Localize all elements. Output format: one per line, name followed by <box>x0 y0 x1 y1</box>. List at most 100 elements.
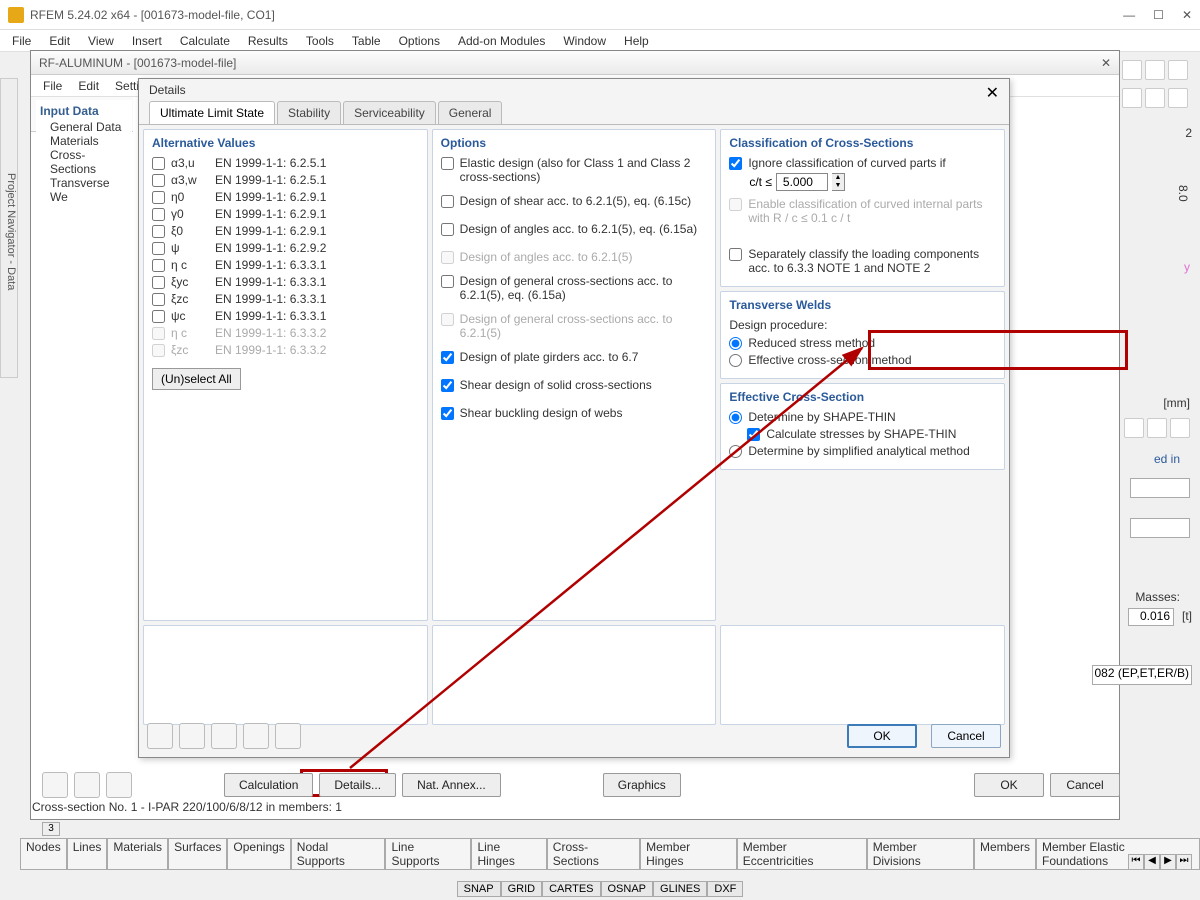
option-checkbox-8[interactable] <box>441 407 454 420</box>
status-dxf[interactable]: DXF <box>707 881 743 897</box>
unselect-all-button[interactable]: (Un)select All <box>152 368 241 390</box>
btab-lines[interactable]: Lines <box>67 838 108 870</box>
nav-prev-icon[interactable] <box>74 772 100 798</box>
toolbar-icon-r4[interactable] <box>1122 88 1142 108</box>
simplified-radio[interactable] <box>729 445 742 458</box>
dialog-ok-button[interactable]: OK <box>847 724 917 748</box>
toolbar-icon-r2[interactable] <box>1145 60 1165 80</box>
status-osnap[interactable]: OSNAP <box>601 881 654 897</box>
alt-checkbox-5[interactable] <box>152 242 165 255</box>
btab-nodal-supports[interactable]: Nodal Supports <box>291 838 386 870</box>
ct-spinner[interactable]: ▲▼ <box>832 173 845 191</box>
mass-value[interactable]: 0.016 <box>1128 608 1174 626</box>
view-icon-2[interactable] <box>1147 418 1167 438</box>
menu-view[interactable]: View <box>80 32 122 50</box>
option-checkbox-6[interactable] <box>441 351 454 364</box>
menu-results[interactable]: Results <box>240 32 296 50</box>
ct-input[interactable] <box>776 173 828 191</box>
view-icon-1[interactable] <box>1124 418 1144 438</box>
alt-checkbox-0[interactable] <box>152 157 165 170</box>
submenu-file[interactable]: File <box>35 77 70 95</box>
tab-scroll-next-icon[interactable]: ▶ <box>1160 854 1176 870</box>
units-icon[interactable] <box>179 723 205 749</box>
reset-icon[interactable] <box>211 723 237 749</box>
maximize-icon[interactable]: ☐ <box>1153 8 1164 22</box>
option-checkbox-4[interactable] <box>441 275 454 288</box>
btab-line-supports[interactable]: Line Supports <box>385 838 471 870</box>
minimize-icon[interactable]: — <box>1123 8 1135 22</box>
tab-scroll-last-icon[interactable]: ⏭ <box>1176 854 1192 870</box>
close-icon[interactable]: ✕ <box>1182 8 1192 22</box>
menu-calculate[interactable]: Calculate <box>172 32 238 50</box>
menu-window[interactable]: Window <box>555 32 614 50</box>
tree-item-materials[interactable]: Materials <box>40 134 128 148</box>
btab-line-hinges[interactable]: Line Hinges <box>471 838 546 870</box>
btab-openings[interactable]: Openings <box>227 838 290 870</box>
ignore-classification-checkbox[interactable] <box>729 157 742 170</box>
alt-checkbox-1[interactable] <box>152 174 165 187</box>
menu-addon[interactable]: Add-on Modules <box>450 32 553 50</box>
ed-in-field[interactable] <box>1130 478 1190 498</box>
toolbar-icon-r3[interactable] <box>1168 60 1188 80</box>
alt-checkbox-6[interactable] <box>152 259 165 272</box>
menu-options[interactable]: Options <box>391 32 448 50</box>
tree-item-general[interactable]: General Data <box>40 120 128 134</box>
status-grid[interactable]: GRID <box>501 881 543 897</box>
calc-stresses-checkbox[interactable] <box>747 428 760 441</box>
btab-materials[interactable]: Materials <box>107 838 168 870</box>
graphics-button[interactable]: Graphics <box>603 773 681 797</box>
status-glines[interactable]: GLINES <box>653 881 707 897</box>
project-navigator-tab[interactable]: Project Navigator - Data <box>0 78 18 378</box>
menu-file[interactable]: File <box>4 32 39 50</box>
toolbar-icon-r1[interactable] <box>1122 60 1142 80</box>
option-checkbox-7[interactable] <box>441 379 454 392</box>
status-cartes[interactable]: CARTES <box>542 881 600 897</box>
tab-uls[interactable]: Ultimate Limit State <box>149 101 275 124</box>
btab-member-div[interactable]: Member Divisions <box>867 838 974 870</box>
menu-help[interactable]: Help <box>616 32 657 50</box>
alt-checkbox-9[interactable] <box>152 310 165 323</box>
tree-item-transverse[interactable]: Transverse We <box>40 176 128 204</box>
tab-stability[interactable]: Stability <box>277 101 341 124</box>
reduced-stress-radio[interactable] <box>729 337 742 350</box>
toolbar-icon-r6[interactable] <box>1168 88 1188 108</box>
details-button[interactable]: Details... <box>319 773 396 797</box>
menu-edit[interactable]: Edit <box>41 32 78 50</box>
toolbar-icon-r5[interactable] <box>1145 88 1165 108</box>
tab-serviceability[interactable]: Serviceability <box>343 101 436 124</box>
subwin-cancel-button[interactable]: Cancel <box>1050 773 1120 797</box>
field-2[interactable] <box>1130 518 1190 538</box>
status-snap[interactable]: SNAP <box>457 881 501 897</box>
menu-tools[interactable]: Tools <box>298 32 342 50</box>
btab-cross-sections[interactable]: Cross-Sections <box>547 838 640 870</box>
nav-next-icon[interactable] <box>106 772 132 798</box>
dialog-close-icon[interactable]: ✕ <box>986 83 999 103</box>
alt-checkbox-8[interactable] <box>152 293 165 306</box>
alt-checkbox-7[interactable] <box>152 276 165 289</box>
subwin-close-icon[interactable]: ✕ <box>1101 56 1111 70</box>
help-icon[interactable] <box>147 723 173 749</box>
tab-scroll-first-icon[interactable]: ⏮ <box>1128 854 1144 870</box>
tab-scroll-prev-icon[interactable]: ◀ <box>1144 854 1160 870</box>
btab-surfaces[interactable]: Surfaces <box>168 838 227 870</box>
option-checkbox-1[interactable] <box>441 195 454 208</box>
subwin-ok-button[interactable]: OK <box>974 773 1044 797</box>
option-checkbox-2[interactable] <box>441 223 454 236</box>
btab-member-ecc[interactable]: Member Eccentricities <box>737 838 867 870</box>
bottom-code-field[interactable]: 082 (EP,ET,ER/B) <box>1092 665 1192 685</box>
nat-annex-button[interactable]: Nat. Annex... <box>402 773 501 797</box>
help-icon-2[interactable] <box>42 772 68 798</box>
separately-classify-checkbox[interactable] <box>729 248 742 261</box>
tree-item-cross-sections[interactable]: Cross-Sections <box>40 148 128 176</box>
btab-members[interactable]: Members <box>974 838 1036 870</box>
submenu-edit[interactable]: Edit <box>70 77 107 95</box>
save-icon[interactable] <box>275 723 301 749</box>
menu-table[interactable]: Table <box>344 32 389 50</box>
btab-nodes[interactable]: Nodes <box>20 838 67 870</box>
menu-insert[interactable]: Insert <box>124 32 170 50</box>
shape-thin-radio[interactable] <box>729 411 742 424</box>
btab-member-hinges[interactable]: Member Hinges <box>640 838 737 870</box>
dialog-cancel-button[interactable]: Cancel <box>931 724 1001 748</box>
alt-checkbox-3[interactable] <box>152 208 165 221</box>
default-icon[interactable] <box>243 723 269 749</box>
